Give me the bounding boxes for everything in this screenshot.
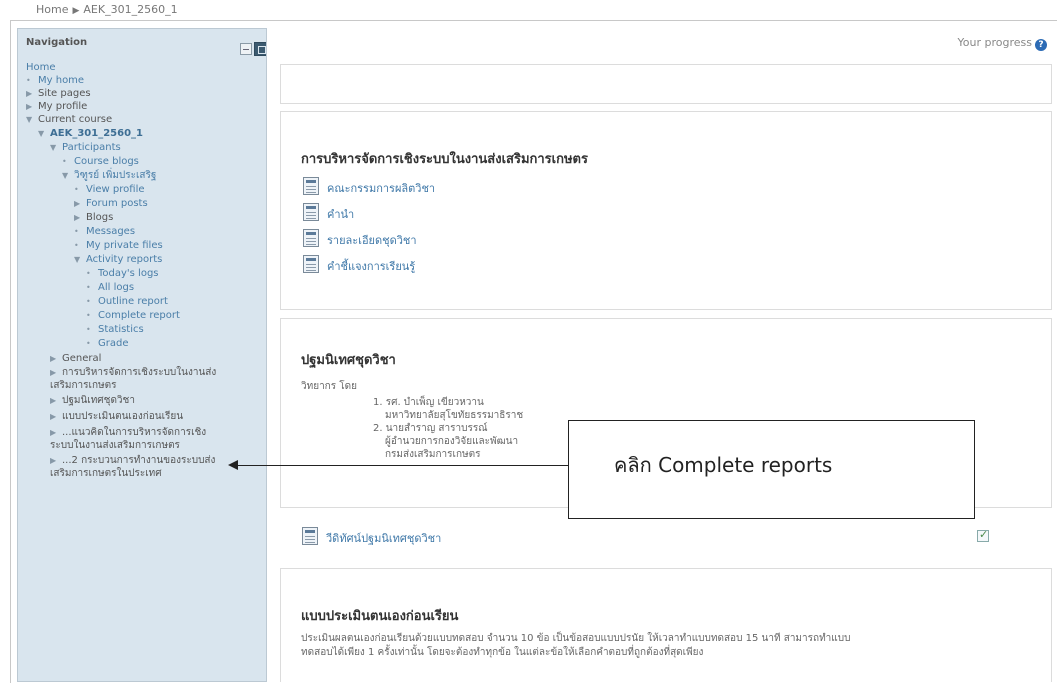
nav-item-section-unit-1[interactable]: ▶ ...แนวคิดในการบริหารจัดการเชิงระบบในงาน… (50, 426, 220, 452)
chevron-right-icon: ▶ (50, 412, 57, 421)
breadcrumb-separator-icon: ▶ (72, 6, 80, 16)
pretest-description-line-1: ประเมินผลตนเองก่อนเรียนด้วยแบบทดสอบ จำนว… (301, 633, 851, 644)
nav-item-section-pretest[interactable]: ▶ แบบประเมินตนเองก่อนเรียน (50, 410, 183, 423)
nav-item-section-unit-2[interactable]: ▶ ...2 กระบวนการทำงานของระบบส่งเสริมการเก… (50, 454, 220, 480)
chevron-down-icon: ▼ (74, 255, 81, 264)
section-pretest-title: แบบประเมินตนเองก่อนเรียน (301, 609, 459, 624)
annotation-arrow-line (236, 465, 569, 466)
section-course: การบริหารจัดการเชิงระบบในงานส่งเสริมการเ… (280, 111, 1052, 310)
chevron-right-icon: ▶ (50, 368, 57, 377)
breadcrumb-home[interactable]: Home (36, 3, 68, 16)
bullet-icon: • (62, 157, 67, 166)
nav-item-my-profile[interactable]: ▶ My profile (26, 100, 87, 113)
nav-item-section-orientation[interactable]: ▶ ปฐมนิเทศชุดวิชา (50, 394, 135, 407)
pretest-description-line-2: ทดสอบได้เพียง 1 ครั้งเท่านั้น โดยจะต้องท… (301, 647, 704, 658)
chevron-right-icon: ▶ (26, 102, 33, 111)
section-orientation-title: ปฐมนิเทศชุดวิชา (301, 353, 396, 368)
nav-item-course-code[interactable]: ▼ AEK_301_2560_1 (38, 127, 143, 140)
chevron-right-icon: ▶ (50, 456, 57, 465)
bullet-icon: • (86, 297, 91, 306)
lecturer-2-department: กรมส่งเสริมการเกษตร (385, 449, 481, 460)
annotation-callout: คลิก Complete reports (568, 420, 975, 519)
breadcrumb-course[interactable]: AEK_301_2560_1 (83, 3, 177, 16)
chevron-down-icon: ▼ (62, 171, 69, 180)
nav-item-all-logs[interactable]: • All logs (86, 281, 134, 294)
nav-item-home[interactable]: Home (26, 61, 56, 74)
nav-item-view-profile[interactable]: • View profile (74, 183, 145, 196)
annotation-callout-text: คลิก Complete reports (614, 453, 833, 477)
nav-item-site-pages[interactable]: ▶ Site pages (26, 87, 91, 100)
nav-item-complete-report[interactable]: • Complete report (86, 309, 180, 322)
chevron-right-icon: ▶ (74, 213, 81, 222)
chevron-right-icon: ▶ (50, 396, 57, 405)
chevron-down-icon: ▼ (38, 129, 45, 138)
nav-item-general[interactable]: ▶ General (50, 352, 101, 365)
chevron-down-icon: ▼ (26, 115, 33, 124)
section-pretest: แบบประเมินตนเองก่อนเรียน ประเมินผลตนเองก… (280, 568, 1052, 682)
nav-item-current-course[interactable]: ▼ Current course (26, 113, 112, 126)
bullet-icon: • (86, 339, 91, 348)
completion-checkbox-icon[interactable] (977, 528, 989, 542)
page-icon (302, 527, 318, 545)
bullet-icon: • (74, 227, 79, 236)
bullet-icon: • (86, 325, 91, 334)
bullet-icon: • (74, 241, 79, 250)
page-icon (303, 255, 319, 273)
nav-item-grade[interactable]: • Grade (86, 337, 129, 350)
navigation-block: Navigation Home • My home ▶ Site pages ▶ My… (17, 28, 267, 682)
navigation-header: Navigation (18, 29, 266, 59)
nav-item-forum-posts[interactable]: ▶ Forum posts (74, 197, 148, 210)
nav-item-blogs[interactable]: ▶ Blogs (74, 211, 113, 224)
chevron-right-icon: ▶ (74, 199, 81, 208)
arrow-left-icon (228, 460, 238, 470)
dock-block-icon[interactable] (254, 42, 266, 56)
nav-item-outline-report[interactable]: • Outline report (86, 295, 168, 308)
page-icon (303, 177, 319, 195)
collapse-block-icon[interactable] (240, 43, 252, 55)
nav-item-messages[interactable]: • Messages (74, 225, 135, 238)
nav-item-user-name[interactable]: ▼ วิฑูรย์ เพิ่มประเสริฐ (62, 169, 156, 182)
section-course-title: การบริหารจัดการเชิงระบบในงานส่งเสริมการเ… (301, 152, 588, 167)
nav-item-private-files[interactable]: • My private files (74, 239, 163, 252)
nav-item-activity-reports[interactable]: ▼ Activity reports (74, 253, 162, 266)
nav-item-section-system-management[interactable]: ▶ การบริหารจัดการเชิงระบบในงานส่งเสริมการ… (50, 366, 220, 392)
chevron-right-icon: ▶ (50, 354, 57, 363)
chevron-down-icon: ▼ (50, 143, 57, 152)
page-icon (303, 203, 319, 221)
nav-item-participants[interactable]: ▼ Participants (50, 141, 121, 154)
bullet-icon: • (86, 269, 91, 278)
bullet-icon: • (86, 311, 91, 320)
nav-item-statistics[interactable]: • Statistics (86, 323, 144, 336)
help-icon[interactable]: ? (1035, 39, 1047, 51)
page-icon (303, 229, 319, 247)
breadcrumb: Home ▶ AEK_301_2560_1 (0, 0, 1057, 22)
bullet-icon: • (26, 76, 31, 85)
navigation-title: Navigation (26, 37, 88, 48)
progress-label: Your progress (957, 36, 1032, 49)
chevron-right-icon: ▶ (26, 89, 33, 98)
bullet-icon: • (74, 185, 79, 194)
lecturer-heading: วิทยากร โดย (301, 381, 358, 392)
bullet-icon: • (86, 283, 91, 292)
nav-item-course-blogs[interactable]: • Course blogs (62, 155, 139, 168)
section-zero (280, 64, 1052, 104)
chevron-right-icon: ▶ (50, 428, 57, 437)
nav-item-my-home[interactable]: • My home (26, 74, 84, 87)
nav-item-todays-logs[interactable]: • Today's logs (86, 267, 159, 280)
your-progress: Your progress? (958, 36, 1047, 51)
